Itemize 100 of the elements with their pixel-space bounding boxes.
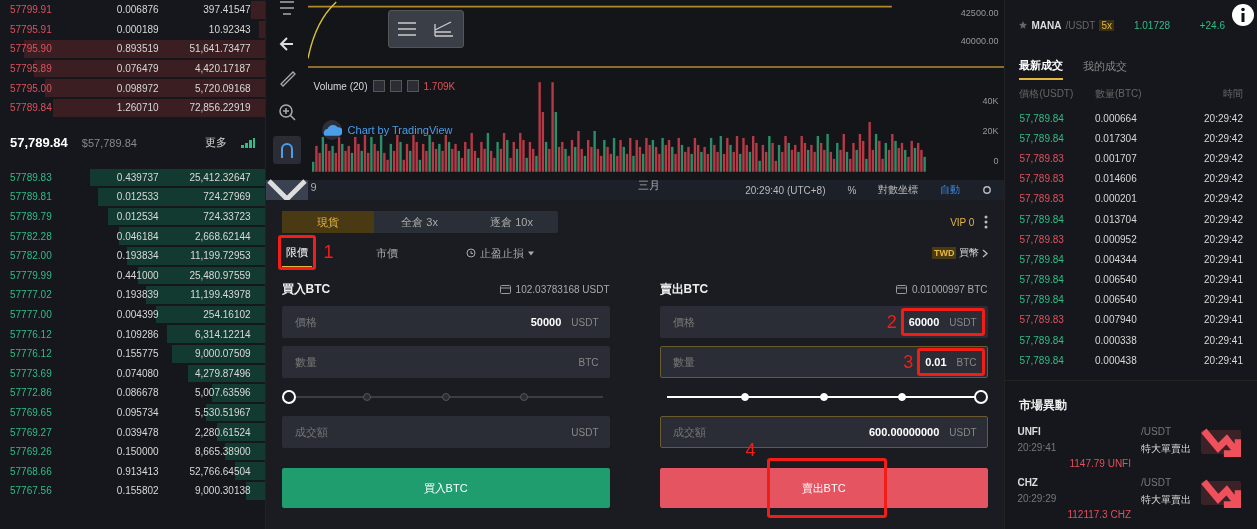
- section-title: 市場異動: [1018, 397, 1069, 414]
- trade-amount: 0.000952: [1094, 233, 1138, 245]
- trade-price: 57,789.84: [1019, 112, 1065, 124]
- available-balance: 102.03783168 USDT: [515, 283, 610, 295]
- input-field[interactable]: 成交額 USDT: [281, 416, 610, 448]
- column-header: 時間: [1222, 87, 1243, 101]
- account-tab[interactable]: 全倉 3x: [373, 211, 466, 233]
- order-price: 57795.91: [10, 23, 53, 35]
- input-field[interactable]: 數量 3 0.01 BTC: [659, 346, 988, 378]
- order-amount: 0.006876: [115, 4, 159, 16]
- available-balance: 0.01000997 BTC: [911, 283, 988, 295]
- trade-time: 20:29:42: [1203, 233, 1243, 245]
- trade-time: 20:29:41: [1203, 274, 1243, 286]
- signal-icon: [240, 137, 255, 148]
- unit-label: USDT: [571, 316, 599, 328]
- field-value: 600.00000000: [869, 426, 940, 438]
- trade-time: 20:29:41: [1203, 354, 1243, 366]
- pair-symbol: UNFI: [1017, 426, 1042, 439]
- chart-option[interactable]: %: [847, 184, 857, 196]
- volume-value: 1.709K: [423, 80, 456, 92]
- order-price: 57767.56: [10, 485, 53, 497]
- slider-thumb[interactable]: [281, 390, 296, 404]
- more-link[interactable]: 更多: [204, 135, 227, 151]
- order-price: 57779.99: [10, 269, 53, 281]
- order-total: 25,412.32647: [188, 171, 251, 183]
- order-total: 2,280.61524: [193, 426, 251, 438]
- buy-crypto-link[interactable]: 買幣: [959, 246, 980, 260]
- slider-step[interactable]: [520, 393, 529, 401]
- field-label: 價格: [672, 314, 695, 330]
- order-amount: 0.004399: [115, 309, 159, 320]
- collapse-button[interactable]: [265, 180, 308, 200]
- annotation-number: 2: [886, 311, 897, 333]
- chart-time: 20:29:40 (UTC+8): [745, 184, 826, 196]
- trades-tab[interactable]: 我的成交: [1083, 56, 1128, 80]
- order-price: 57772.86: [10, 387, 53, 399]
- trade-time: 20:29:41: [1203, 294, 1243, 306]
- order-price: 57769.26: [10, 446, 53, 458]
- order-type-tab[interactable]: 止盈止損: [461, 239, 538, 267]
- order-amount: 0.150000: [115, 446, 159, 458]
- input-field[interactable]: 價格 50000 USDT: [281, 306, 610, 338]
- unit-label: BTC: [956, 356, 977, 368]
- order-total: 254.16102: [202, 309, 251, 320]
- brand-link[interactable]: Chart by TradingView: [347, 124, 453, 136]
- slider-step[interactable]: [363, 393, 372, 401]
- order-type-tab[interactable]: 市價: [371, 239, 402, 267]
- trade-amount: 0.014606: [1094, 173, 1138, 185]
- trade-amount: 0.006540: [1094, 294, 1138, 306]
- sell-button[interactable]: 賣出BTC: [659, 468, 988, 508]
- order-price: 57799.91: [10, 4, 53, 16]
- order-price: 57789.84: [10, 102, 53, 114]
- market-symbol: MANA: [1031, 19, 1062, 31]
- currency-badge: TWD: [931, 247, 957, 259]
- trade-time: 20:29:42: [1203, 173, 1243, 185]
- chevron-down-icon: [265, 178, 308, 202]
- axis-label: 20K: [982, 126, 999, 136]
- order-total: 5,720.09168: [193, 82, 251, 94]
- field-value: 60000: [908, 316, 940, 328]
- order-price: 57773.69: [10, 367, 53, 379]
- input-field[interactable]: 價格 2 60000 USDT: [659, 306, 988, 338]
- axis-label: 三月: [637, 178, 660, 193]
- order-total: 52,766.64504: [188, 465, 251, 477]
- slider-thumb[interactable]: [973, 390, 988, 404]
- chart-option[interactable]: 自動: [940, 183, 961, 197]
- order-amount: 0.095734: [115, 407, 159, 418]
- magnet-icon: [272, 136, 301, 164]
- unit-label: BTC: [578, 356, 599, 368]
- trades-tab[interactable]: 最新成交: [1019, 56, 1064, 80]
- order-total: 4,420.17187: [193, 63, 251, 75]
- trade-amount: 0.000338: [1094, 334, 1138, 346]
- pair-quote: /USDT: [1141, 426, 1172, 439]
- order-amount: 0.155802: [115, 485, 159, 497]
- order-amount: 0.076479: [115, 63, 159, 75]
- axis-label: 40000.00: [960, 36, 999, 46]
- unit-label: USDT: [949, 426, 977, 438]
- order-amount: 0.098972: [115, 82, 159, 94]
- trade-time: 20:29:42: [1203, 152, 1243, 164]
- order-total: 9,000.30138: [193, 485, 251, 497]
- order-total: 72,856.22919: [188, 102, 251, 114]
- order-total: 25,480.97559: [188, 269, 251, 281]
- field-label: 成交額: [294, 424, 328, 440]
- market-quote: /USDT: [1065, 19, 1096, 31]
- order-total: 5,007.63596: [193, 387, 251, 399]
- indicator-label: Volume (20): [313, 80, 368, 92]
- account-tab[interactable]: 現貨: [281, 211, 374, 233]
- field-value: 50000: [530, 316, 562, 328]
- down-arrow-icon: [1201, 430, 1241, 454]
- slider-step[interactable]: [441, 393, 450, 401]
- order-price: 57789.79: [10, 211, 53, 223]
- annotation-number: 3: [903, 351, 914, 373]
- order-amount: 0.193834: [115, 250, 159, 262]
- order-amount: 0.109286: [115, 328, 159, 340]
- chart-option[interactable]: 對數坐標: [878, 183, 919, 197]
- trade-amount: 0.000664: [1094, 112, 1138, 124]
- last-price: 57,789.84: [10, 135, 68, 151]
- wallet-icon: [499, 284, 511, 294]
- order-amount: 0.893519: [115, 43, 159, 55]
- input-field[interactable]: 數量 BTC: [281, 346, 610, 378]
- leverage-badge: 5x: [1099, 19, 1114, 31]
- order-total: 11,199.43978: [189, 289, 251, 301]
- account-tab[interactable]: 逐倉 10x: [465, 211, 558, 233]
